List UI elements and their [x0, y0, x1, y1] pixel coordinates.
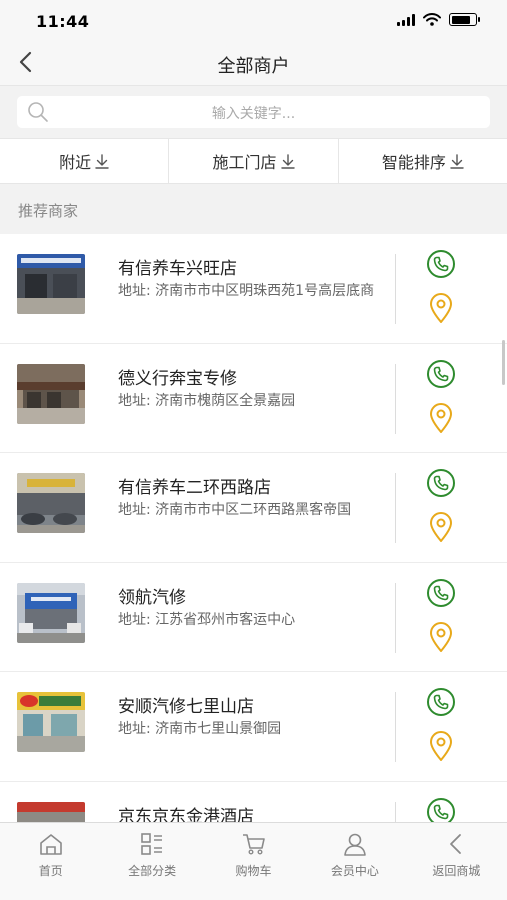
merchant-name: 安顺汽修七里山店 [118, 697, 254, 717]
filter-label: 智能排序 [381, 153, 446, 172]
search-placeholder: 输入关键字... [211, 106, 296, 122]
filter-nearby[interactable]: 附近 [0, 139, 170, 183]
bottom-tab-bar: 首页 全部分类 购物车 会员中心 返回商城 [0, 822, 507, 900]
home-icon [39, 834, 62, 855]
merchant-address: 地址: 济南市市中区明珠西苑1号高层底商 [118, 283, 375, 299]
phone-icon [427, 469, 455, 497]
signal-icon [397, 13, 415, 26]
section-header: 推荐商家 [0, 184, 507, 234]
cart-icon [242, 834, 265, 855]
section-label: 推荐商家 [18, 202, 79, 220]
call-button[interactable] [426, 687, 456, 717]
location-button[interactable] [428, 621, 454, 653]
merchant-row[interactable]: 有信养车二环西路店 地址: 济南市市中区二环西路黑客帝国 [0, 453, 507, 563]
merchant-row[interactable]: 有信养车兴旺店 地址: 济南市市中区明珠西苑1号高层底商 [0, 234, 507, 344]
merchant-name: 有信养车兴旺店 [118, 259, 237, 279]
filter-label: 施工门店 [212, 153, 277, 172]
filter-store-type[interactable]: 施工门店 [169, 139, 339, 183]
merchant-photo [17, 254, 85, 314]
location-button[interactable] [428, 511, 454, 543]
merchant-photo [17, 473, 85, 533]
merchant-photo [17, 801, 85, 822]
location-button[interactable] [428, 402, 454, 434]
merchant-name: 德义行奔宝专修 [118, 368, 237, 389]
merchant-row[interactable]: 京东京东金港酒店 [0, 782, 507, 823]
user-icon [344, 833, 366, 856]
tab-label: 购物车 [235, 864, 272, 878]
merchant-photo [17, 582, 85, 643]
merchant-name: 京东京东金港酒店 [118, 806, 254, 823]
navigation-bar: 全部商户 [0, 40, 507, 86]
merchant-address: 地址: 济南市槐荫区全景嘉园 [118, 392, 296, 409]
tab-label: 首页 [38, 864, 63, 878]
merchant-list: 有信养车兴旺店 地址: 济南市市中区明珠西苑1号高层底商 德义行奔宝专修 地址:… [0, 234, 507, 822]
sort-down-icon [280, 154, 295, 169]
battery-icon [449, 13, 480, 26]
back-arrow-icon [450, 834, 462, 854]
sort-down-icon [450, 154, 464, 169]
row-divider [395, 363, 396, 434]
location-pin-icon [430, 621, 452, 652]
filter-label: 附近 [59, 153, 92, 172]
location-pin-icon [430, 512, 452, 542]
phone-icon [427, 250, 455, 278]
call-button[interactable] [426, 359, 456, 389]
phone-icon [427, 359, 455, 388]
row-divider [395, 582, 396, 653]
merchant-address: 地址: 济南市七里山景御园 [118, 721, 282, 737]
filter-smart-sort[interactable]: 智能排序 [339, 139, 507, 183]
merchant-photo [17, 692, 85, 752]
tab-member-center[interactable]: 会员中心 [304, 823, 405, 900]
call-button[interactable] [426, 578, 456, 608]
merchant-row[interactable]: 德义行奔宝专修 地址: 济南市槐荫区全景嘉园 [0, 344, 507, 453]
search-input[interactable]: 输入关键字... [17, 96, 490, 128]
sort-down-icon [95, 154, 109, 169]
status-bar: 11:44 [0, 0, 507, 40]
tab-home[interactable]: 首页 [0, 823, 101, 900]
row-divider [395, 801, 396, 822]
merchant-row[interactable]: 领航汽修 地址: 江苏省邳州市客运中心 [0, 563, 507, 672]
tab-cart[interactable]: 购物车 [203, 823, 304, 900]
row-divider [395, 692, 396, 762]
location-pin-icon [430, 731, 452, 761]
scrollbar[interactable] [502, 340, 505, 385]
category-icon [141, 833, 163, 855]
search-area: 输入关键字... [0, 86, 507, 138]
merchant-photo [17, 363, 85, 424]
phone-icon [427, 797, 455, 822]
phone-icon [427, 688, 455, 716]
call-button[interactable] [426, 797, 456, 822]
row-divider [395, 473, 396, 543]
tab-label: 返回商城 [432, 864, 481, 878]
merchant-name: 领航汽修 [118, 587, 186, 608]
tab-categories[interactable]: 全部分类 [101, 823, 202, 900]
status-time: 11:44 [36, 12, 90, 31]
call-button[interactable] [426, 468, 456, 498]
wifi-icon [423, 13, 441, 26]
location-button[interactable] [428, 292, 454, 324]
merchant-address: 地址: 江苏省邳州市客运中心 [118, 611, 296, 628]
merchant-name: 有信养车二环西路店 [118, 478, 271, 498]
tab-label: 会员中心 [330, 864, 379, 878]
page-title: 全部商户 [217, 56, 290, 77]
merchant-address: 地址: 济南市市中区二环西路黑客帝国 [118, 502, 352, 518]
location-pin-icon [430, 293, 452, 323]
filter-bar: 附近 施工门店 智能排序 [0, 138, 507, 184]
tab-back-to-mall[interactable]: 返回商城 [406, 823, 507, 900]
phone-icon [427, 578, 455, 607]
status-icons [397, 13, 480, 26]
row-divider [395, 254, 396, 324]
tab-label: 全部分类 [128, 864, 177, 878]
merchant-row[interactable]: 安顺汽修七里山店 地址: 济南市七里山景御园 [0, 672, 507, 782]
call-button[interactable] [426, 249, 456, 279]
location-button[interactable] [428, 730, 454, 762]
location-pin-icon [430, 402, 452, 433]
